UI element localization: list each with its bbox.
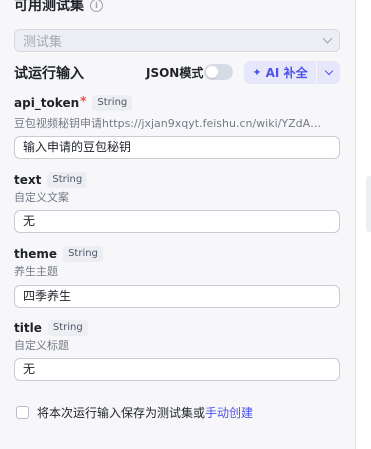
chevron-down-icon (322, 33, 333, 44)
api-token-input[interactable]: 输入申请的豆包秘钥 (14, 136, 340, 159)
json-mode-label: JSON模式 (146, 66, 204, 80)
title-input[interactable]: 无 (14, 358, 340, 381)
type-badge: String (47, 172, 88, 188)
save-as-testset-option: 将本次运行输入保存为测试集或手动创建 (16, 403, 253, 421)
ai-fill-label: AI 补全 (265, 66, 308, 80)
field-name: theme (14, 247, 58, 261)
test-run-panel: 可用测试集 i 测试集 试运行输入 JSON模式 ✦ AI 补全 api_tok… (0, 0, 355, 449)
testset-select-placeholder: 测试集 (23, 35, 63, 50)
toggle-knob (206, 66, 218, 78)
ai-fill-dropdown-button[interactable] (317, 61, 340, 84)
required-marker: * (80, 93, 87, 108)
field-label-api-token: api_token * String (14, 93, 133, 112)
field-description: 自定义文案 (14, 191, 69, 204)
type-badge: String (92, 95, 133, 111)
run-input-title: 试运行输入 (14, 66, 84, 82)
field-label-text: text String (14, 171, 88, 189)
json-mode-toggle[interactable] (204, 64, 233, 80)
ai-fill-button[interactable]: ✦ AI 补全 (244, 61, 316, 84)
right-panel-edge (355, 0, 371, 449)
sparkle-icon: ✦ (252, 66, 262, 79)
field-description: 豆包视频秘钥申请https://jxjan9xqyt.feishu.cn/wik… (14, 117, 322, 130)
field-name: api_token (14, 96, 80, 110)
field-label-theme: theme String (14, 245, 103, 263)
save-as-testset-label: 将本次运行输入保存为测试集或 (37, 405, 206, 420)
chevron-down-icon (324, 66, 333, 76)
testset-select[interactable]: 测试集 (14, 29, 340, 52)
available-testset-title: 可用测试集 (14, 0, 84, 14)
type-badge: String (47, 320, 88, 336)
theme-input[interactable]: 四季养生 (14, 285, 340, 308)
type-badge: String (63, 246, 103, 262)
section-title: 可用测试集 i (14, 0, 103, 16)
field-description: 自定义标题 (14, 339, 69, 352)
field-description: 养生主题 (14, 265, 58, 278)
manual-create-link[interactable]: 手动创建 (205, 406, 253, 420)
field-label-title: title String (14, 319, 88, 337)
info-icon[interactable]: i (90, 0, 103, 12)
scrollbar-thumb[interactable] (366, 176, 371, 232)
save-as-testset-checkbox[interactable] (16, 405, 29, 419)
field-name: title (14, 321, 42, 335)
text-input[interactable]: 无 (14, 210, 340, 233)
field-name: text (14, 173, 42, 187)
